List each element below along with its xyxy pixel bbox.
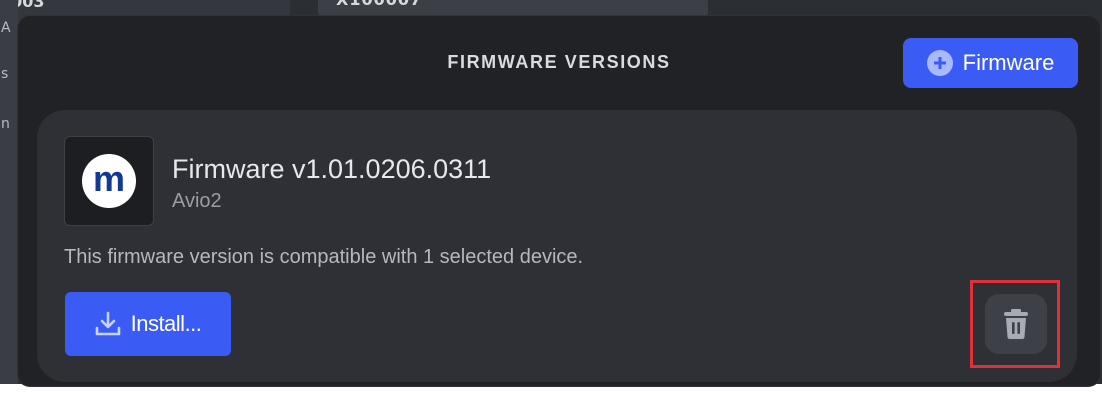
trash-icon bbox=[1004, 309, 1028, 339]
screen: 0003 A s n X100007 FIRMWARE VERSIONS Fir… bbox=[0, 0, 1102, 402]
install-label: Install... bbox=[130, 311, 202, 336]
background-device-id: X100007 bbox=[336, 0, 422, 9]
firmware-versions-panel: FIRMWARE VERSIONS Firmware m Firmware v1… bbox=[18, 16, 1100, 386]
add-firmware-label: Firmware bbox=[962, 50, 1055, 75]
background-bottom-strip bbox=[0, 384, 1102, 402]
background-letter: n bbox=[1, 116, 10, 132]
plus-circle-icon bbox=[926, 50, 953, 76]
compatibility-text: This firmware version is compatible with… bbox=[64, 246, 584, 268]
firmware-card: m Firmware v1.01.0206.0311 Avio2 This fi… bbox=[37, 110, 1077, 382]
download-icon bbox=[95, 311, 120, 336]
background-device-cell: X100007 bbox=[318, 0, 708, 16]
brand-logo-icon: m bbox=[82, 154, 136, 208]
install-button[interactable]: Install... bbox=[65, 292, 231, 356]
firmware-device-name: Avio2 bbox=[172, 190, 222, 212]
background-letter: A bbox=[1, 20, 11, 36]
delete-firmware-button[interactable] bbox=[985, 294, 1047, 354]
firmware-logo: m bbox=[64, 136, 154, 226]
add-firmware-button[interactable]: Firmware bbox=[903, 38, 1078, 88]
background-left-strip: A s n bbox=[0, 0, 18, 402]
firmware-title: Firmware v1.01.0206.0311 bbox=[172, 154, 492, 184]
background-letter: s bbox=[1, 66, 9, 82]
brand-logo-letter: m bbox=[92, 157, 125, 199]
